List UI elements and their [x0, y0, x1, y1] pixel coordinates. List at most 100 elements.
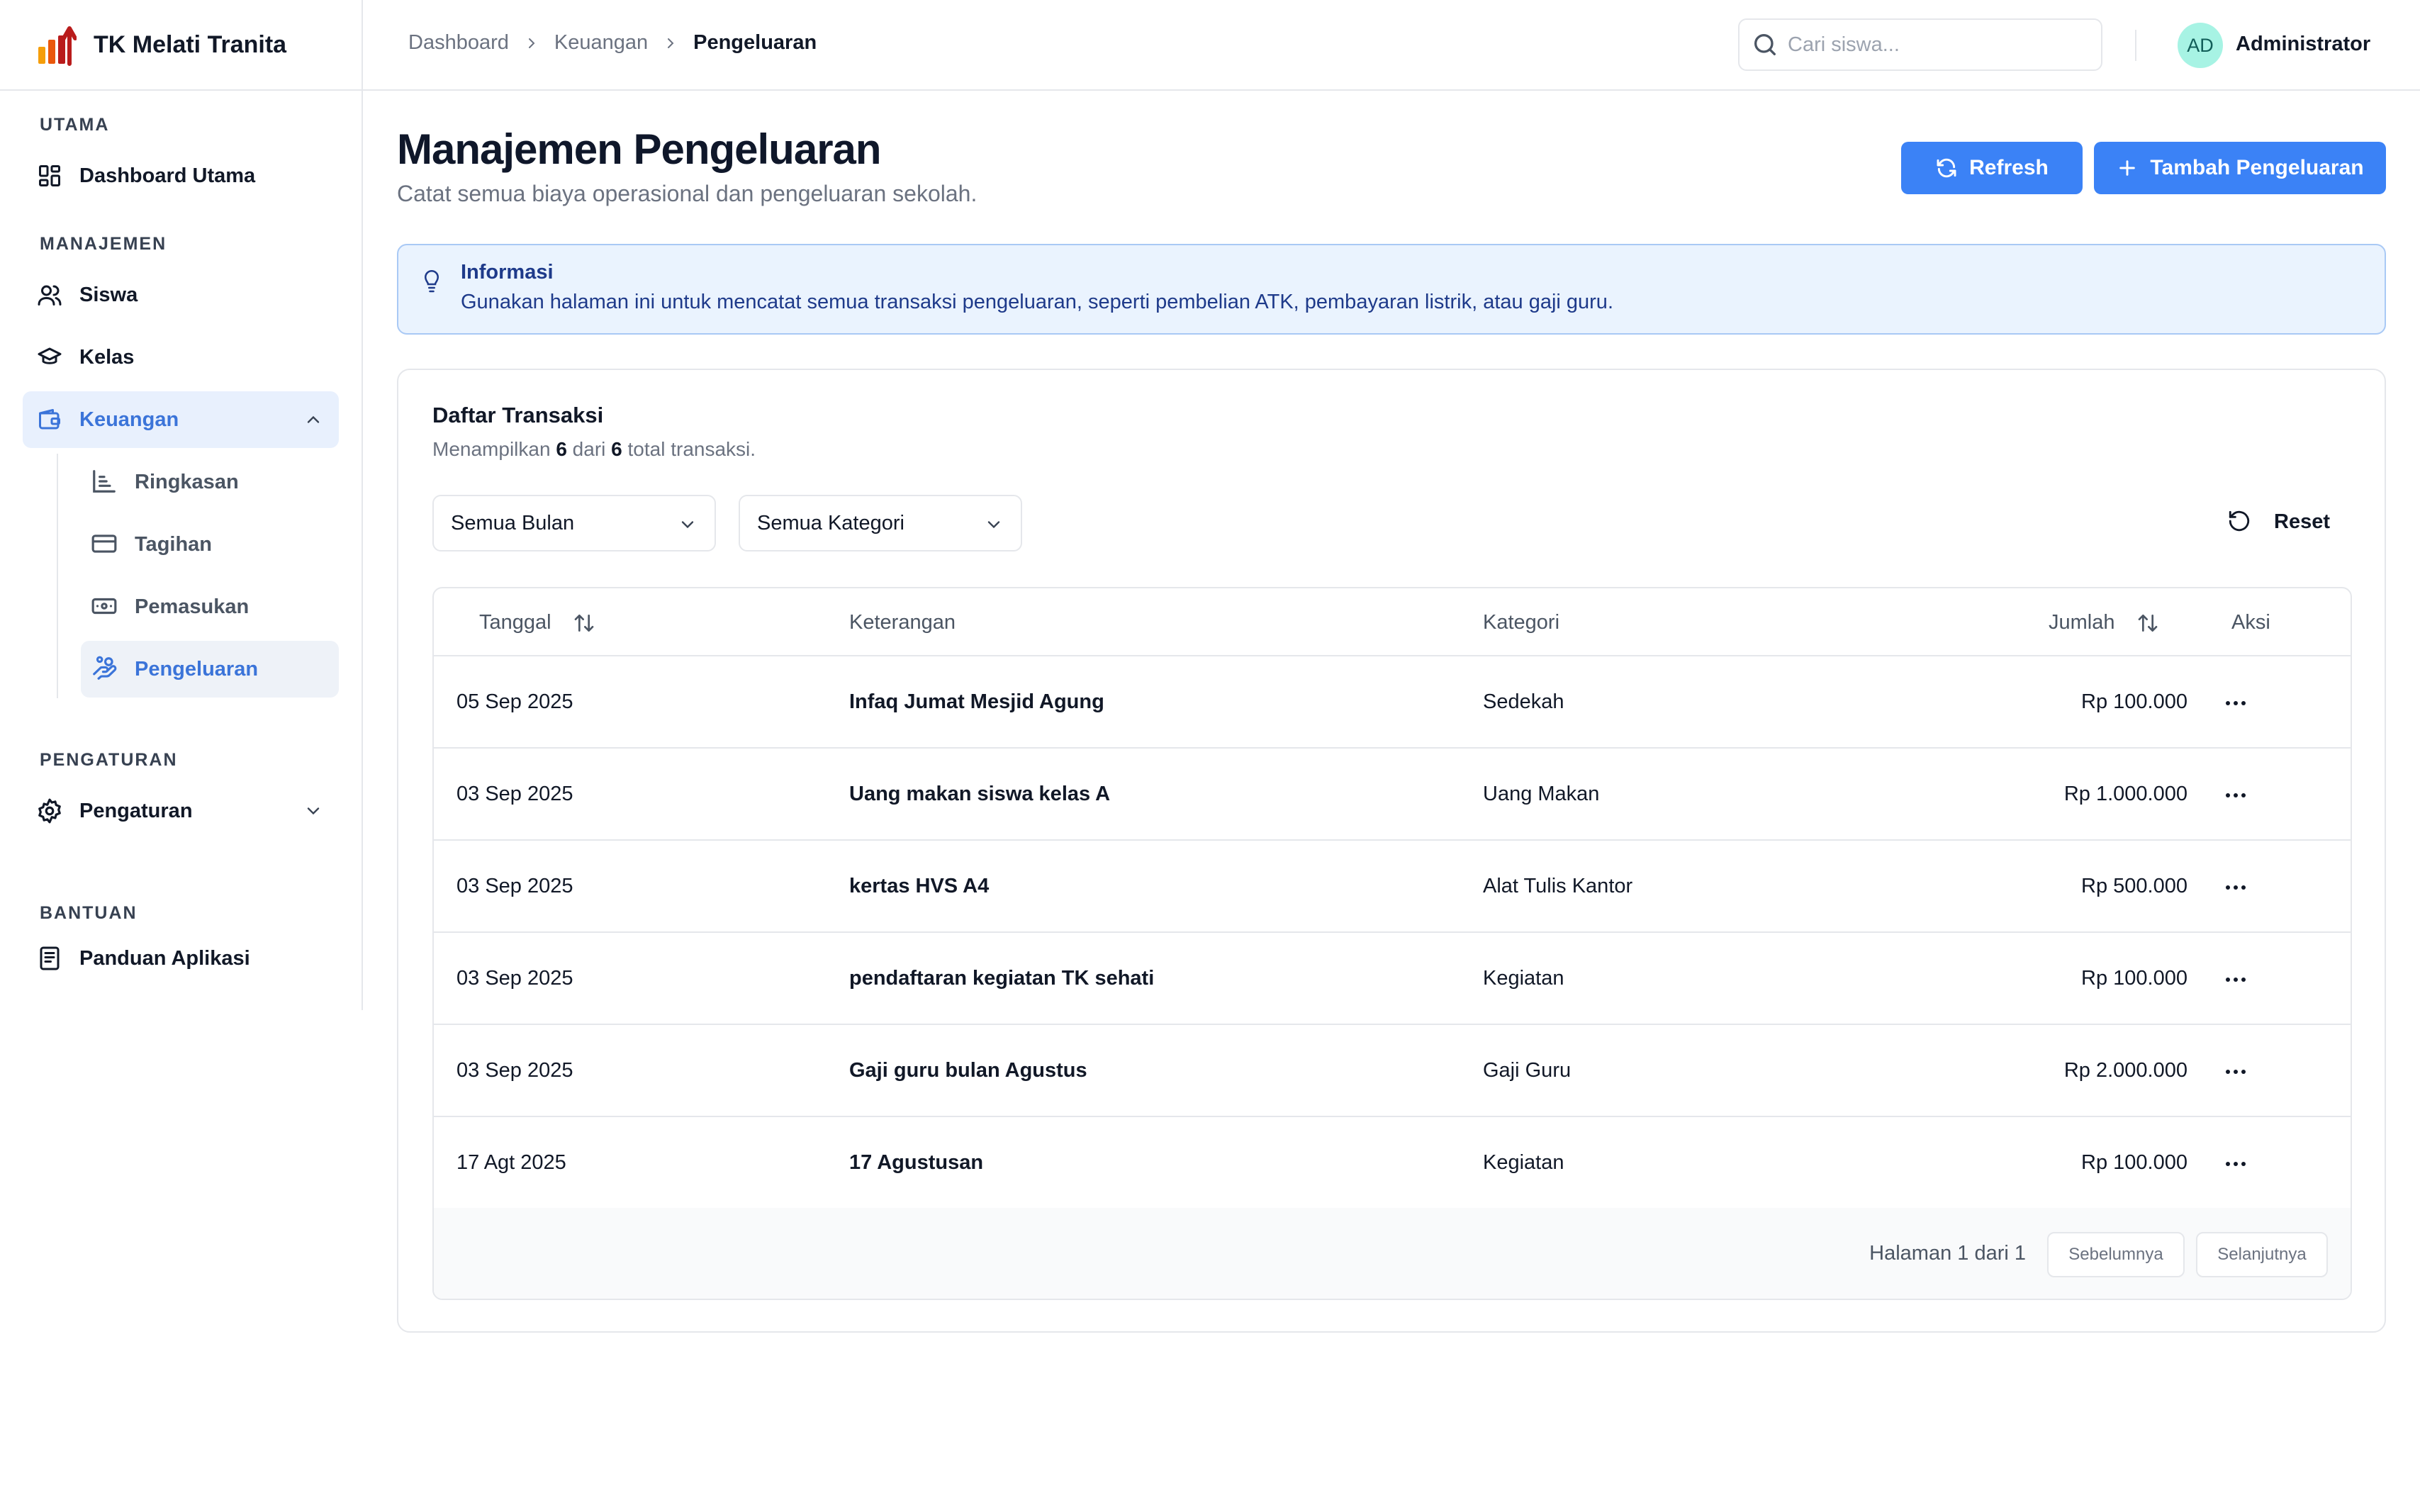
sidebar-subitem-ringkasan[interactable]: Ringkasan [81, 454, 339, 510]
sidebar-subitem-pengeluaran[interactable]: Pengeluaran [81, 641, 339, 698]
sidebar-item-pengaturan[interactable]: Pengaturan [23, 783, 339, 839]
chevron-up-icon [303, 410, 323, 430]
table-row[interactable]: 03 Sep 2025 Uang makan siswa kelas A Uan… [434, 749, 2351, 841]
sidebar-item-label: Panduan Aplikasi [79, 946, 250, 970]
sort-arrows-icon [573, 612, 595, 634]
sidebar-item-siswa[interactable]: Siswa [23, 267, 339, 323]
search-box[interactable] [1738, 18, 2102, 71]
sidebar: TK Melati Tranita UTAMA Dashboard Utama … [0, 0, 363, 1010]
more-horizontal-icon[interactable] [2222, 875, 2250, 900]
more-horizontal-icon[interactable] [2222, 1059, 2250, 1085]
table-row[interactable]: 03 Sep 2025 kertas HVS A4 Alat Tulis Kan… [434, 841, 2351, 933]
summary-suffix: total transaksi. [627, 438, 756, 460]
table-header: Tanggal Keterangan Kategori Jumlah Aksi [434, 588, 2351, 656]
plus-icon [2116, 157, 2139, 179]
column-amount-label: Jumlah [2049, 611, 2115, 634]
bar-chart-icon [91, 468, 119, 496]
search-input[interactable] [1788, 33, 2085, 57]
add-expense-button[interactable]: Tambah Pengeluaran [2094, 142, 2386, 194]
avatar[interactable]: AD [2178, 23, 2223, 68]
cell-desc: Uang makan siswa kelas A [849, 783, 1111, 805]
column-date[interactable]: Tanggal [479, 611, 595, 634]
table-row[interactable]: 17 Agt 2025 17 Agustusan Kegiatan Rp 100… [434, 1117, 2351, 1209]
sidebar-subitem-label: Pemasukan [135, 595, 250, 618]
sidebar-item-dashboard[interactable]: Dashboard Utama [23, 147, 339, 204]
cell-category: Uang Makan [1483, 783, 1600, 805]
month-filter-value: Semua Bulan [451, 511, 575, 534]
cell-category: Alat Tulis Kantor [1483, 875, 1633, 897]
brand-name: TK Melati Tranita [94, 30, 287, 58]
summary-mid: dari [572, 438, 606, 460]
brand[interactable]: TK Melati Tranita [0, 0, 362, 91]
cell-date: 03 Sep 2025 [456, 1059, 573, 1082]
breadcrumb: Dashboard Keuangan Pengeluaran [408, 31, 817, 55]
cell-amount: Rp 100.000 [2081, 690, 2187, 713]
cell-desc: pendaftaran kegiatan TK sehati [849, 967, 1155, 990]
nav-group-manajemen: MANAJEMEN [40, 234, 167, 254]
previous-page-button[interactable]: Sebelumnya [2047, 1232, 2185, 1277]
sidebar-item-panduan[interactable]: Panduan Aplikasi [23, 930, 339, 987]
table-footer: Halaman 1 dari 1 Sebelumnya Selanjutnya [434, 1208, 2351, 1299]
reset-filter-button[interactable]: Reset [2227, 509, 2330, 534]
category-filter-select[interactable]: Semua Kategori [739, 495, 1022, 551]
cell-desc: 17 Agustusan [849, 1151, 984, 1174]
category-filter-value: Semua Kategori [757, 511, 904, 534]
more-horizontal-icon[interactable] [2222, 967, 2250, 992]
pagination-info: Halaman 1 dari 1 [1869, 1242, 2026, 1265]
sidebar-subitem-tagihan[interactable]: Tagihan [81, 516, 339, 573]
submenu-guide-line [57, 454, 58, 698]
banknote-icon [91, 593, 119, 621]
breadcrumb-current: Pengeluaran [693, 31, 817, 54]
cell-amount: Rp 100.000 [2081, 1151, 2187, 1174]
more-horizontal-icon[interactable] [2222, 1151, 2250, 1177]
cell-desc: kertas HVS A4 [849, 875, 990, 897]
nav-group-bantuan: BANTUAN [40, 903, 138, 923]
sidebar-subitem-label: Pengeluaran [135, 657, 259, 681]
cell-date: 03 Sep 2025 [456, 875, 573, 897]
breadcrumb-dashboard[interactable]: Dashboard [408, 31, 509, 55]
more-horizontal-icon[interactable] [2222, 783, 2250, 808]
sidebar-subitem-pemasukan[interactable]: Pemasukan [81, 578, 339, 635]
page-subtitle: Catat semua biaya operasional dan pengel… [397, 181, 977, 206]
info-text: Gunakan halaman ini untuk mencatat semua… [461, 291, 1613, 313]
more-horizontal-icon[interactable] [2222, 690, 2250, 716]
refresh-button-label: Refresh [1969, 156, 2049, 179]
user-name[interactable]: Administrator [2236, 33, 2370, 56]
sidebar-item-keuangan[interactable]: Keuangan [23, 391, 339, 448]
month-filter-select[interactable]: Semua Bulan [432, 495, 716, 551]
sidebar-item-kelas[interactable]: Kelas [23, 329, 339, 386]
info-banner: Informasi Gunakan halaman ini untuk menc… [397, 244, 2386, 335]
table-row[interactable]: 03 Sep 2025 Gaji guru bulan Agustus Gaji… [434, 1025, 2351, 1117]
table-row[interactable]: 05 Sep 2025 Infaq Jumat Mesjid Agung Sed… [434, 656, 2351, 749]
card-title: Daftar Transaksi [432, 403, 604, 427]
sidebar-item-label: Pengaturan [79, 799, 193, 822]
rotate-ccw-icon [2227, 509, 2253, 534]
sidebar-subitem-label: Ringkasan [135, 470, 239, 493]
column-category: Kategori [1483, 611, 1559, 634]
cell-category: Sedekah [1483, 690, 1564, 713]
dashboard-grid-icon [35, 162, 64, 190]
breadcrumb-keuangan[interactable]: Keuangan [554, 31, 648, 55]
sidebar-item-label: Dashboard Utama [79, 164, 256, 187]
cell-category: Gaji Guru [1483, 1059, 1572, 1082]
nav-group-pengaturan: PENGATURAN [40, 750, 178, 770]
column-action: Aksi [2231, 611, 2270, 634]
chevron-right-icon [662, 35, 679, 52]
cell-amount: Rp 2.000.000 [2063, 1059, 2187, 1082]
sidebar-item-label: Kelas [79, 345, 135, 369]
column-amount[interactable]: Jumlah [2049, 611, 2159, 634]
column-action-label: Aksi [2231, 611, 2270, 634]
wallet-icon [35, 405, 64, 434]
next-page-button[interactable]: Selanjutnya [2196, 1232, 2328, 1277]
sort-arrows-icon [2136, 612, 2159, 634]
cell-category: Kegiatan [1483, 967, 1564, 990]
column-desc: Keterangan [849, 611, 956, 634]
graduation-cap-icon [35, 343, 64, 371]
info-title: Informasi [461, 261, 554, 284]
chevron-down-icon [984, 515, 1004, 534]
table-row[interactable]: 03 Sep 2025 pendaftaran kegiatan TK seha… [434, 933, 2351, 1025]
summary-prefix: Menampilkan [432, 438, 551, 460]
chevron-right-icon [523, 35, 540, 52]
refresh-button[interactable]: Refresh [1901, 142, 2083, 194]
document-icon [35, 944, 64, 973]
